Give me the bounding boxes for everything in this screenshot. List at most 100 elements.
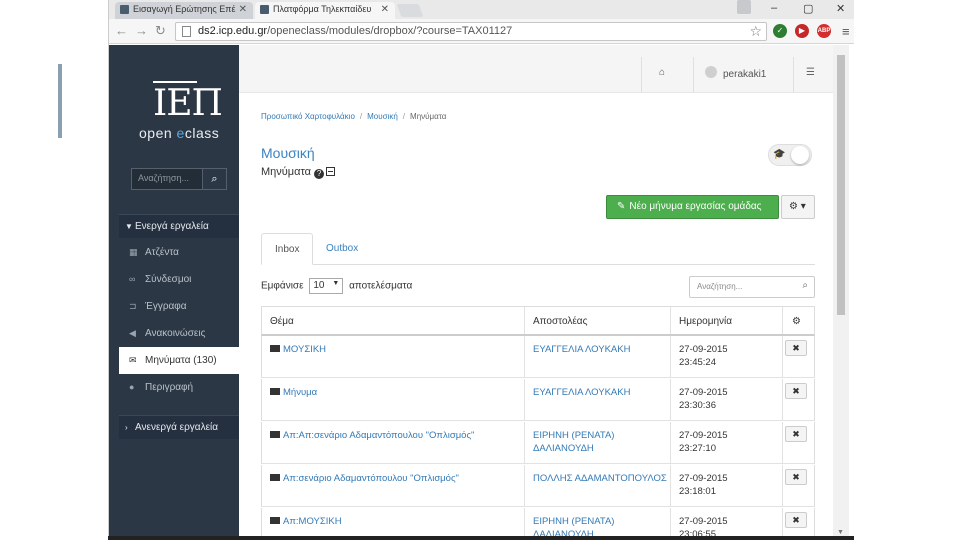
sidebar-item-documents[interactable]: ⊐ Έγγραφα	[119, 293, 239, 320]
delete-button[interactable]: ✖	[785, 383, 807, 399]
page-icon	[182, 26, 191, 37]
active-tools-header[interactable]: ▼ Ενεργά εργαλεία	[119, 214, 239, 238]
main-content: ⌂ perakaki1 ☰ ▼ Προσωπικό Χαρτοφυλάκιο / Μ…	[239, 45, 849, 540]
course-sidebar: ΙΕΠ open eclass Αναζήτηση... ⌕ ▼ Ενεργά ε…	[109, 45, 239, 540]
bookmark-star-icon[interactable]: ☆	[749, 23, 762, 40]
sidebar-item-links[interactable]: ∞ Σύνδεσμοι	[119, 266, 239, 293]
tab-strip: Εισαγωγή Ερώτησης Επέ ✕ Πλατφόρμα Τηλεκπ…	[109, 0, 854, 19]
column-date[interactable]: Ημερομηνία	[671, 307, 783, 334]
tab-outbox[interactable]: Outbox	[313, 233, 371, 265]
collapse-icon[interactable]	[326, 167, 336, 176]
message-subject-link[interactable]: Απ:ΜΟΥΣΙΚΗ	[283, 516, 342, 527]
message-subject-link[interactable]: Απ:σενάριο Αδαμαντόπουλου "Οπλισμός"	[283, 473, 459, 484]
breadcrumb-course[interactable]: Μουσική	[367, 112, 398, 121]
sidebar-item-agenda[interactable]: ▦ Ατζέντα	[119, 239, 239, 266]
chevron-right-icon: ›	[125, 423, 128, 432]
date-cell: 27-09-2015 23:27:10	[671, 422, 783, 463]
abp-extension-icon[interactable]: ABP	[817, 24, 831, 38]
browser-tab-question[interactable]: Εισαγωγή Ερώτησης Επέ ✕	[115, 2, 253, 19]
sender-link[interactable]: ΕΙΡΗΝΗ (ΡΕΝΑΤΑ) ΔΑΛΙΑΝΟΥΔΗ	[533, 430, 614, 454]
table-search-input[interactable]: Αναζήτηση...	[697, 282, 742, 291]
delete-button[interactable]: ✖	[785, 469, 807, 485]
sidebar-item-messages[interactable]: ✉ Μηνύματα (130)	[119, 347, 239, 374]
hamburger-menu-icon[interactable]: ≡	[842, 24, 850, 39]
results-per-page-select[interactable]: 10 ▼	[309, 278, 344, 294]
table-row: Απ:σενάριο Αδαμαντόπουλου "Οπλισμός" ΠΟΛ…	[261, 465, 815, 507]
top-navbar: ⌂ perakaki1 ☰	[239, 45, 833, 93]
sender-link[interactable]: ΠΟΛΛΗΣ ΑΔΑΜΑΝΤΟΠΟΥΛΟΣ	[533, 473, 667, 484]
options-dropdown-button[interactable]: ⚙ ▾	[781, 195, 815, 219]
scroll-thumb[interactable]	[837, 55, 845, 315]
toggle-knob	[791, 146, 809, 164]
favicon-icon	[260, 5, 269, 14]
close-window-button[interactable]: ✕	[836, 2, 845, 15]
sidebar-item-announcements[interactable]: ◀ Ανακοινώσεις	[119, 320, 239, 347]
actions-cell: ✖	[783, 422, 816, 463]
calendar-icon: ▦	[129, 247, 138, 257]
sidebar-item-description[interactable]: ● Περιγραφή	[119, 374, 239, 401]
view-toggle[interactable]: 🎓	[768, 144, 812, 166]
inactive-tools-header[interactable]: › Ανενεργά εργαλεία	[119, 415, 239, 439]
search-icon[interactable]: ⌕	[202, 169, 226, 189]
forward-arrow-icon[interactable]: →	[135, 23, 148, 38]
sidebar-search-input[interactable]: Αναζήτηση...	[138, 173, 189, 183]
delete-button[interactable]: ✖	[785, 512, 807, 528]
sender-cell: ΕΙΡΗΝΗ (ΡΕΝΑΤΑ) ΔΑΛΙΑΝΟΥΔΗ	[525, 422, 671, 463]
actions-cell: ✖	[783, 379, 816, 420]
openeclass-logo: open eclass	[139, 125, 220, 141]
breadcrumb-portfolio[interactable]: Προσωπικό Χαρτοφυλάκιο	[261, 112, 355, 121]
maximize-button[interactable]: ▢	[803, 2, 813, 15]
username-label[interactable]: perakaki1	[723, 69, 766, 80]
table-row: Μήνυμα ΕΥΑΓΓΕΛΙΑ ΛΟΥΚΑΚΗ 27-09-2015 23:30…	[261, 379, 815, 421]
envelope-icon	[270, 474, 280, 481]
new-group-message-button[interactable]: ✎ Νέο μήνυμα εργασίας ομάδας	[606, 195, 779, 219]
profile-icon[interactable]	[737, 0, 751, 14]
envelope-icon	[270, 431, 280, 438]
message-subject-link[interactable]: Απ:Απ:σενάριο Αδαμαντόπουλου "Οπλισμός"	[283, 430, 474, 441]
column-sender[interactable]: Αποστολέας	[525, 307, 671, 334]
delete-button[interactable]: ✖	[785, 426, 807, 442]
course-title[interactable]: Μουσική	[261, 145, 315, 161]
slide-accent-bar	[58, 64, 62, 138]
actions-cell: ✖	[783, 465, 816, 506]
iep-logo: ΙΕΠ	[153, 83, 223, 124]
check-extension-icon[interactable]: ✓	[773, 24, 787, 38]
help-icon[interactable]: ?	[314, 169, 325, 179]
browser-tab-platform[interactable]: Πλατφόρμα Τηλεκπαίδευ ✕	[255, 2, 395, 19]
link-icon: ∞	[129, 274, 136, 284]
message-subject-link[interactable]: ΜΟΥΣΙΚΗ	[283, 344, 326, 355]
user-avatar-icon[interactable]	[705, 66, 717, 78]
tab-inbox[interactable]: Inbox	[261, 233, 314, 265]
home-icon[interactable]: ⌂	[659, 67, 665, 78]
chevron-down-icon: ▼	[125, 222, 133, 231]
divider	[693, 57, 694, 93]
search-icon[interactable]: ⌕	[802, 280, 808, 291]
envelope-icon	[270, 517, 280, 524]
table-search[interactable]: Αναζήτηση... ⌕	[689, 276, 815, 298]
record-extension-icon[interactable]: ▶	[795, 24, 809, 38]
sender-cell: ΕΥΑΓΓΕΛΙΑ ΛΟΥΚΑΚΗ	[525, 379, 671, 420]
delete-button[interactable]: ✖	[785, 340, 807, 356]
message-subject-link[interactable]: Μήνυμα	[283, 387, 317, 398]
sender-link[interactable]: ΕΥΑΓΓΕΛΙΑ ΛΟΥΚΑΚΗ	[533, 387, 630, 398]
date-cell: 27-09-2015 23:30:36	[671, 379, 783, 420]
edit-icon: ✎	[617, 201, 626, 212]
sidebar-search[interactable]: Αναζήτηση... ⌕	[131, 168, 227, 190]
back-arrow-icon[interactable]: ←	[115, 23, 128, 38]
reload-icon[interactable]: ↻	[155, 23, 166, 39]
address-bar[interactable]: ds2.icp.edu.gr/openeclass/modules/dropbo…	[175, 22, 767, 41]
close-icon[interactable]: ✕	[381, 4, 389, 15]
table-row: Απ:Απ:σενάριο Αδαμαντόπουλου "Οπλισμός" …	[261, 422, 815, 464]
settings-icon[interactable]: ☰	[806, 67, 815, 78]
page-scrollbar[interactable]: ▼	[833, 45, 849, 540]
minimize-button[interactable]: –	[771, 2, 777, 14]
url-text: ds2.icp.edu.gr/openeclass/modules/dropbo…	[198, 25, 513, 37]
sender-link[interactable]: ΕΥΑΓΓΕΛΙΑ ΛΟΥΚΑΚΗ	[533, 344, 630, 355]
new-tab-button[interactable]	[396, 4, 424, 17]
scroll-down-arrow-icon[interactable]: ▼	[837, 529, 844, 536]
subject-cell: Απ:Απ:σενάριο Αδαμαντόπουλου "Οπλισμός"	[262, 422, 525, 463]
close-icon[interactable]: ✕	[239, 4, 247, 15]
browser-window: Εισαγωγή Ερώτησης Επέ ✕ Πλατφόρμα Τηλεκπ…	[108, 0, 854, 540]
column-subject[interactable]: Θέμα	[262, 307, 525, 334]
column-actions: ⚙	[783, 307, 816, 334]
